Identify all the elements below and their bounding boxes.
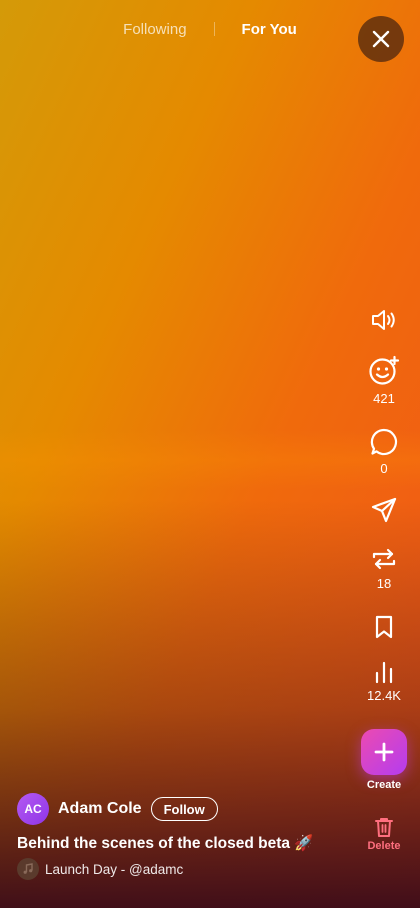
delete-label: Delete xyxy=(367,840,401,852)
create-tile[interactable] xyxy=(361,729,407,775)
avatar-initials: AC xyxy=(24,802,42,816)
tab-for-you[interactable]: For You xyxy=(215,21,324,38)
views-button[interactable]: 12.4K xyxy=(356,660,412,703)
feed-tabs: Following For You xyxy=(0,18,420,40)
close-button[interactable] xyxy=(358,16,404,62)
comment-icon xyxy=(370,428,398,456)
share-button[interactable] xyxy=(356,496,412,524)
bookmark-button[interactable] xyxy=(356,614,412,640)
speaker-icon xyxy=(372,310,395,330)
plus-icon xyxy=(374,742,394,762)
sound-disc-icon[interactable] xyxy=(17,858,39,880)
music-note-icon xyxy=(23,863,33,874)
repost-count: 18 xyxy=(376,576,392,591)
send-icon xyxy=(371,497,397,523)
add-reaction-icon xyxy=(369,355,400,385)
close-icon xyxy=(372,30,390,48)
react-button[interactable]: 421 xyxy=(356,355,412,406)
tab-following[interactable]: Following xyxy=(96,21,213,38)
avatar[interactable]: AC xyxy=(17,793,49,825)
follow-button[interactable]: Follow xyxy=(150,797,218,821)
author-row: AC Adam Cole Follow xyxy=(17,793,218,825)
react-count: 421 xyxy=(373,391,395,406)
views-count: 12.4K xyxy=(367,688,401,703)
follow-label: Follow xyxy=(163,801,205,817)
bar-chart-icon xyxy=(375,661,393,684)
repost-icon xyxy=(372,548,396,570)
comment-count: 0 xyxy=(380,461,388,476)
trash-icon xyxy=(375,818,393,837)
sound-row[interactable]: Launch Day - @adamc xyxy=(17,858,183,880)
sound-toggle-button[interactable] xyxy=(356,307,412,333)
bookmark-icon xyxy=(375,615,393,639)
repost-button[interactable]: 18 xyxy=(356,546,412,591)
create-button[interactable]: Create xyxy=(356,729,412,791)
create-label: Create xyxy=(366,779,402,791)
delete-button[interactable]: Delete xyxy=(356,816,412,852)
author-name[interactable]: Adam Cole xyxy=(58,800,142,818)
sound-title[interactable]: Launch Day - @adamc xyxy=(45,862,183,877)
comment-button[interactable]: 0 xyxy=(356,427,412,476)
post-caption: Behind the scenes of the closed beta 🚀 xyxy=(17,835,314,852)
